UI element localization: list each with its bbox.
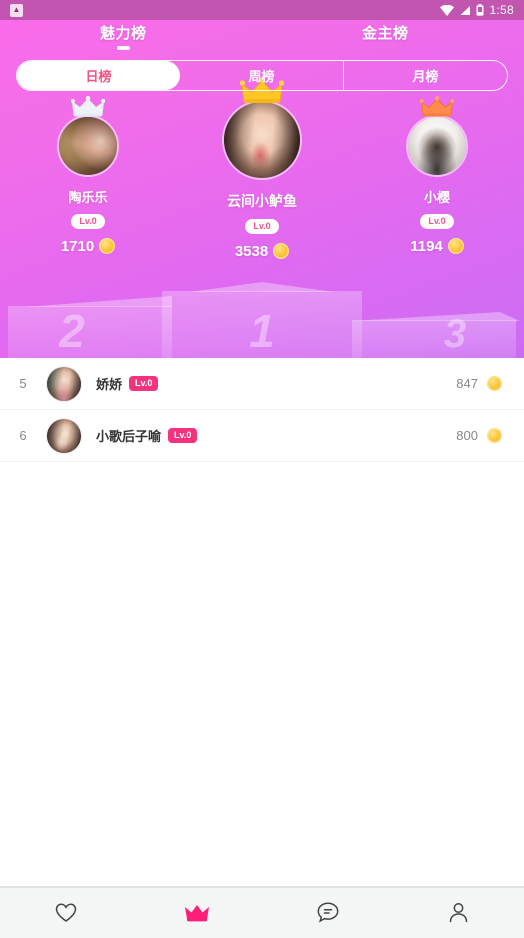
list-item-score-value: 800 — [456, 428, 478, 443]
table-row[interactable]: 5 娇娇 Lv.0 847 — [0, 358, 524, 410]
winner-second-avatar-wrap — [57, 96, 119, 177]
list-item-score-value: 847 — [456, 376, 478, 391]
winner-first-level-badge: Lv.0 — [245, 219, 279, 234]
chat-bubble-icon — [317, 902, 338, 923]
list-item-rank: 6 — [19, 428, 27, 443]
tab-charm-ranking-label: 魅力榜 — [100, 25, 147, 42]
winner-first-avatar-wrap — [222, 77, 302, 180]
nav-item-profile[interactable] — [393, 902, 524, 923]
period-segmented-control: 日榜 周榜 月榜 — [16, 60, 508, 91]
app-badge-icon: ▲ — [10, 3, 23, 17]
winner-third-place[interactable]: 小樱 Lv.0 1194 — [375, 96, 499, 255]
winner-first-name: 云间小鲈鱼 — [227, 193, 297, 209]
status-bar-clock: 1:58 — [489, 3, 514, 17]
winner-first-score: 3538 — [234, 242, 290, 260]
coin-icon — [487, 428, 502, 443]
avatar — [406, 115, 468, 177]
list-item-name: 小歌后子喻 — [96, 429, 162, 444]
winner-third-avatar-wrap — [406, 96, 468, 177]
avatar — [46, 365, 82, 402]
coin-icon — [99, 238, 116, 255]
bronze-crown-icon — [420, 96, 454, 117]
coin-icon — [273, 243, 290, 260]
winner-third-score: 1194 — [410, 238, 464, 255]
winner-second-score-value: 1710 — [60, 237, 95, 255]
person-icon — [449, 903, 468, 923]
list-item-score: 847 — [456, 376, 502, 391]
ranking-list: 5 娇娇 Lv.0 847 6 小歌后子喻 Lv.0 800 — [0, 358, 524, 462]
winner-second-name: 陶乐乐 — [68, 190, 108, 205]
heart-icon — [55, 903, 76, 922]
avatar — [46, 417, 82, 454]
winner-third-level-badge: Lv.0 — [420, 214, 454, 229]
coin-icon — [487, 376, 502, 391]
battery-icon — [476, 4, 484, 16]
silver-crown-icon — [71, 96, 105, 117]
tab-charm-ranking[interactable]: 魅力榜 — [100, 22, 147, 50]
segment-monthly[interactable]: 月榜 — [344, 61, 507, 90]
list-item-score: 800 — [456, 428, 502, 443]
tab-patron-ranking[interactable]: 金主榜 — [362, 22, 409, 50]
list-item-rank: 5 — [19, 376, 27, 391]
status-bar-right: 1:58 — [440, 3, 514, 17]
winner-second-score: 1710 — [60, 237, 116, 255]
segment-weekly[interactable]: 周榜 — [180, 61, 344, 90]
list-item-level-badge: Lv.0 — [168, 428, 198, 443]
winner-first-score-value: 3538 — [234, 242, 269, 260]
nav-item-messages[interactable] — [262, 902, 393, 923]
winner-third-name: 小樱 — [423, 190, 450, 205]
list-item-name: 娇娇 — [96, 377, 123, 392]
tab-active-indicator — [116, 46, 130, 50]
winner-second-place[interactable]: 陶乐乐 Lv.0 1710 — [26, 96, 150, 255]
table-row[interactable]: 6 小歌后子喻 Lv.0 800 — [0, 410, 524, 462]
ranking-screen: ▲ 1:58 2 3 1 魅力榜 金主榜 日榜 周榜 月榜 陶乐乐 Lv.0 1… — [0, 0, 524, 938]
signal-icon — [460, 5, 471, 15]
nav-item-ranking[interactable] — [131, 903, 262, 923]
status-bar: ▲ 1:58 — [0, 0, 524, 20]
avatar — [57, 115, 119, 177]
wifi-icon — [440, 4, 455, 16]
tab-patron-ranking-label: 金主榜 — [362, 25, 409, 42]
winner-second-level-badge: Lv.0 — [71, 214, 105, 229]
top-tab-bar: 魅力榜 金主榜 — [0, 20, 524, 54]
winner-third-score-value: 1194 — [410, 237, 443, 255]
bottom-navigation-bar — [0, 886, 524, 938]
winner-first-place[interactable]: 云间小鲈鱼 Lv.0 3538 — [200, 77, 324, 260]
bottom-nav-divider — [0, 887, 524, 888]
coin-icon — [447, 238, 464, 255]
segment-daily[interactable]: 日榜 — [17, 61, 180, 90]
header-area: 2 3 1 魅力榜 金主榜 日榜 周榜 月榜 陶乐乐 Lv.0 1710 云间小… — [0, 20, 524, 358]
avatar — [222, 100, 302, 180]
nav-item-favorites[interactable] — [0, 903, 131, 923]
status-bar-left: ▲ — [10, 3, 23, 17]
crown-icon — [184, 904, 209, 921]
list-item-level-badge: Lv.0 — [129, 376, 159, 391]
